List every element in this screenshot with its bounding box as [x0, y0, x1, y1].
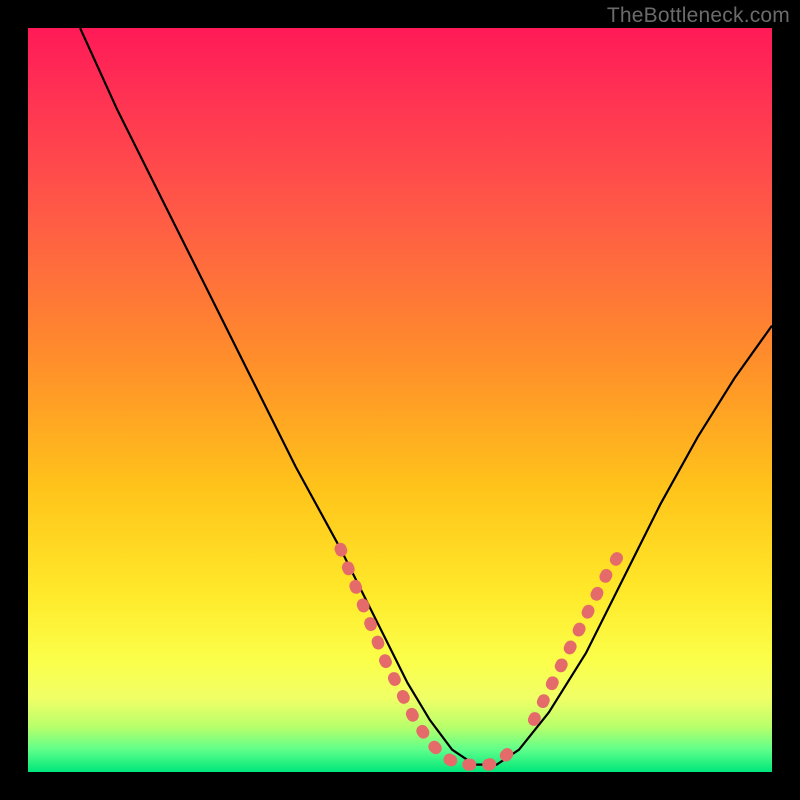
- curve-layer: [28, 28, 772, 772]
- outer-frame: TheBottleneck.com: [0, 0, 800, 800]
- main-curve: [80, 28, 772, 765]
- highlight-left-arm: [341, 549, 520, 765]
- plot-area: [28, 28, 772, 772]
- watermark-text: TheBottleneck.com: [607, 4, 790, 28]
- highlight-right-arm: [534, 549, 623, 720]
